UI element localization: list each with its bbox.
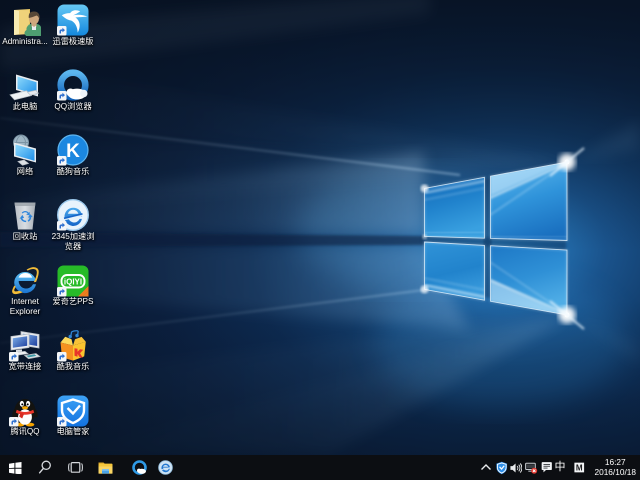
svg-text:K: K [66,141,80,162]
svg-text:iQIYI: iQIYI [64,277,82,286]
svg-text:M: M [576,463,583,472]
